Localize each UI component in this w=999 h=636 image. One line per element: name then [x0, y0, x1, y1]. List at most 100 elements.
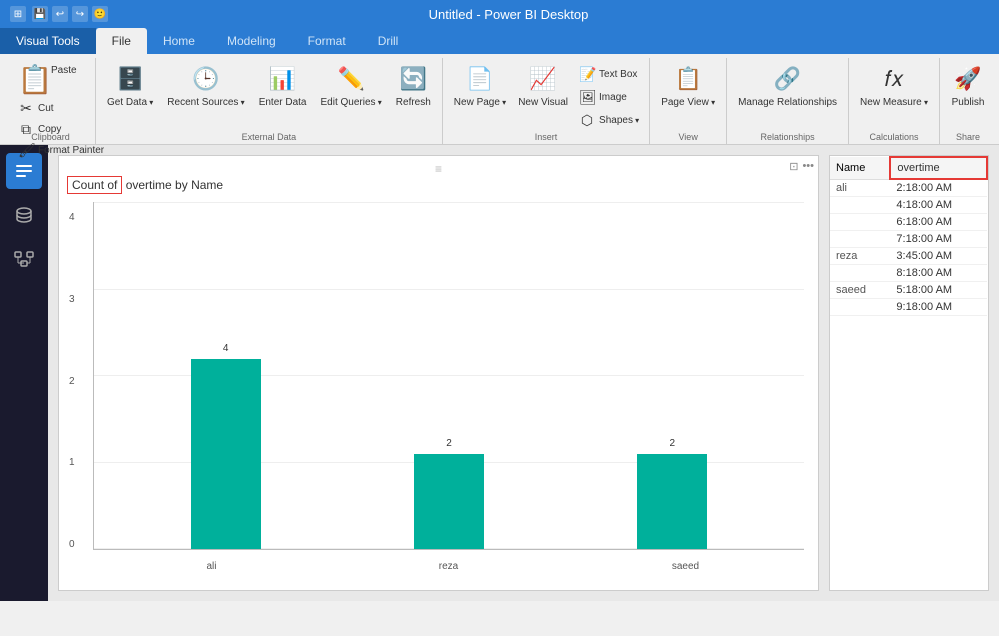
image-icon: 🖼: [579, 89, 595, 106]
bar-ali-bar: 4: [191, 359, 261, 549]
enter-data-button[interactable]: 📊 Enter Data: [254, 60, 312, 112]
edit-queries-icon: ✏️: [335, 63, 367, 95]
cell-overtime: 8:18:00 AM: [890, 265, 987, 282]
new-visual-button[interactable]: 📈 New Visual: [513, 60, 573, 112]
ribbon: 📋 Paste ✂ Cut ⧉ Copy 🖌 Format Painter Cl…: [0, 54, 999, 145]
table-row: saeed5:18:00 AM: [830, 282, 987, 299]
cut-button[interactable]: ✂ Cut: [14, 98, 58, 119]
paste-button[interactable]: 📋 Paste: [14, 60, 82, 98]
table-row: 4:18:00 AM: [830, 197, 987, 214]
bar-saeed[interactable]: 2: [561, 454, 784, 549]
cell-name: reza: [830, 248, 890, 265]
bar-ali[interactable]: 4: [114, 359, 337, 549]
new-page-button[interactable]: 📄 New Page: [449, 60, 511, 112]
chart-toolbar: ⊡ •••: [789, 160, 814, 173]
tab-modeling[interactable]: Modeling: [211, 28, 292, 54]
shapes-button[interactable]: ⬡ Shapes: [575, 110, 643, 131]
manage-relationships-icon: 🔗: [772, 63, 804, 95]
save-icon[interactable]: 💾: [32, 6, 48, 22]
cell-overtime: 7:18:00 AM: [890, 231, 987, 248]
tab-file[interactable]: File: [96, 28, 147, 54]
manage-relationships-button[interactable]: 🔗 Manage Relationships: [733, 60, 842, 112]
table-panel: Name overtime ali2:18:00 AM4:18:00 AM6:1…: [829, 155, 989, 591]
title-bar-left: ⊞ 💾 ↩ ↪ 🙂: [10, 6, 108, 22]
bars-container: 4 2 2: [93, 202, 804, 550]
y-label-3: 3: [69, 294, 89, 305]
cut-icon: ✂: [18, 100, 34, 117]
bar-saeed-bar: 2: [637, 454, 707, 549]
chart-title-rest: overtime by Name: [122, 178, 223, 192]
bar-ali-rect: [191, 359, 261, 549]
y-label-0: 0: [69, 539, 89, 550]
bar-saeed-rect: [637, 454, 707, 549]
expand-icon[interactable]: ⊡: [789, 160, 798, 173]
col-overtime-header: overtime: [890, 157, 987, 179]
y-label-2: 2: [69, 376, 89, 387]
enter-data-icon: 📊: [267, 63, 299, 95]
recent-sources-button[interactable]: 🕒 Recent Sources: [162, 60, 249, 112]
left-sidebar: [0, 145, 48, 601]
bar-reza-bar: 2: [414, 454, 484, 549]
smiley-icon[interactable]: 🙂: [92, 6, 108, 22]
app-icon: ⊞: [10, 6, 26, 22]
relationships-label: Relationships: [727, 132, 848, 142]
cell-overtime: 3:45:00 AM: [890, 248, 987, 265]
cell-overtime: 9:18:00 AM: [890, 299, 987, 316]
page-view-button[interactable]: 📋 Page View: [656, 60, 720, 112]
y-label-4: 4: [69, 212, 89, 223]
sidebar-icon-data[interactable]: [6, 197, 42, 233]
chart-title-highlight: Count of: [67, 176, 122, 194]
tab-format[interactable]: Format: [292, 28, 362, 54]
insert-label: Insert: [443, 132, 649, 142]
text-box-button[interactable]: 📝 Text Box: [575, 64, 643, 85]
get-data-button[interactable]: 🗄️ Get Data: [102, 60, 158, 112]
cell-overtime: 6:18:00 AM: [890, 214, 987, 231]
data-table: Name overtime ali2:18:00 AM4:18:00 AM6:1…: [830, 156, 988, 316]
calculations-label: Calculations: [849, 132, 939, 142]
cell-name: [830, 299, 890, 316]
shapes-icon: ⬡: [579, 112, 595, 129]
cell-name: ali: [830, 179, 890, 197]
table-row: ali2:18:00 AM: [830, 179, 987, 197]
redo-icon[interactable]: ↪: [72, 6, 88, 22]
bar-ali-value: 4: [191, 343, 261, 354]
table-row: reza3:45:00 AM: [830, 248, 987, 265]
share-label: Share: [940, 132, 996, 142]
table-row: 6:18:00 AM: [830, 214, 987, 231]
new-measure-icon: 𝑓𝑥: [878, 63, 910, 95]
table-row: 9:18:00 AM: [830, 299, 987, 316]
new-visual-icon: 📈: [527, 63, 559, 95]
tab-drill[interactable]: Drill: [362, 28, 415, 54]
bar-reza-rect: [414, 454, 484, 549]
image-button[interactable]: 🖼 Image: [575, 87, 643, 108]
get-data-icon: 🗄️: [114, 63, 146, 95]
refresh-button[interactable]: 🔄 Refresh: [391, 60, 436, 112]
new-page-icon: 📄: [464, 63, 496, 95]
bar-saeed-value: 2: [637, 438, 707, 449]
chart-panel: ≡ ⊡ ••• Count of overtime by Name 0 1 2 …: [58, 155, 819, 591]
title-bar: ⊞ 💾 ↩ ↪ 🙂 Untitled - Power BI Desktop: [0, 0, 999, 28]
undo-icon[interactable]: ↩: [52, 6, 68, 22]
new-measure-button[interactable]: 𝑓𝑥 New Measure: [855, 60, 933, 112]
y-label-1: 1: [69, 457, 89, 468]
more-icon[interactable]: •••: [802, 160, 814, 173]
x-label-reza: reza: [330, 561, 567, 572]
clipboard-label: Clipboard: [6, 132, 95, 142]
quick-access-toolbar: 💾 ↩ ↪ 🙂: [32, 6, 108, 22]
edit-queries-button[interactable]: ✏️ Edit Queries: [316, 60, 387, 112]
publish-button[interactable]: 🚀 Publish: [946, 60, 990, 112]
refresh-icon: 🔄: [397, 63, 429, 95]
tab-home[interactable]: Home: [147, 28, 211, 54]
col-name-header: Name: [830, 157, 890, 179]
tab-visual-tools[interactable]: Visual Tools: [0, 28, 96, 54]
x-label-ali: ali: [93, 561, 330, 572]
page-view-icon: 📋: [672, 63, 704, 95]
sidebar-icon-model[interactable]: [6, 241, 42, 277]
bar-reza[interactable]: 2: [337, 454, 560, 549]
chart-drawing-area: 0 1 2 3 4: [69, 202, 808, 580]
cell-overtime: 2:18:00 AM: [890, 179, 987, 197]
external-data-label: External Data: [96, 132, 442, 142]
drag-handle-icon: ≡: [435, 162, 442, 176]
content-area: ≡ ⊡ ••• Count of overtime by Name 0 1 2 …: [48, 145, 999, 601]
cell-name: [830, 214, 890, 231]
